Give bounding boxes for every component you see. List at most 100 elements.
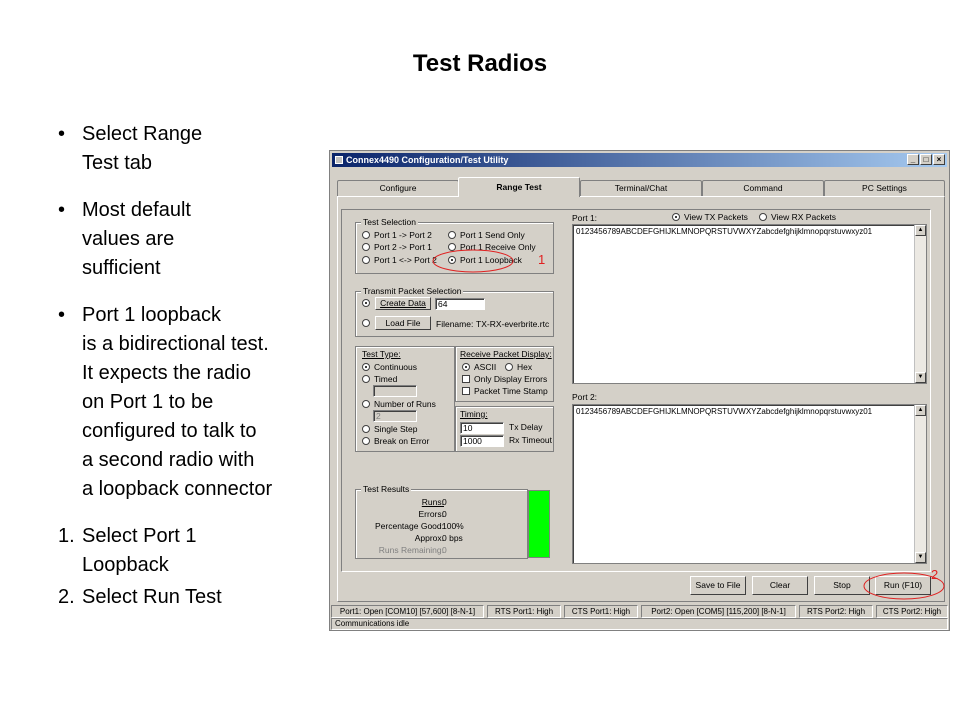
step-number: 1. [58, 525, 75, 547]
radio-timed[interactable]: Timed [362, 374, 397, 384]
status-cts-port2: CTS Port2: High [876, 605, 948, 618]
checkbox-only-errors[interactable]: Only Display Errors [462, 374, 547, 384]
timed-input[interactable] [373, 385, 417, 397]
scroll-down-icon[interactable]: ▼ [915, 552, 926, 563]
tab-command[interactable]: Command [702, 180, 824, 196]
radio-single-step[interactable]: Single Step [362, 424, 417, 434]
radio-hex[interactable]: Hex [505, 362, 532, 372]
radio-label: Continuous [374, 362, 418, 372]
filename-value: TX-RX-everbrite.rtc [476, 319, 550, 329]
result-approx-key: Approx. [414, 533, 444, 543]
bullet-item: • Most default values are sufficient [58, 196, 320, 283]
port1-content: 0123456789ABCDEFGHIJKLMNOPQRSTUVWXYZabcd… [576, 227, 873, 236]
minimize-icon[interactable]: _ [907, 154, 919, 165]
load-file-button[interactable]: Load File [375, 316, 431, 330]
result-runs-key: Runs: [360, 497, 444, 507]
radio-port1-loopback[interactable]: Port 1 Loopback [448, 255, 522, 265]
bullet-glyph: • [58, 199, 66, 221]
radio-ascii[interactable]: ASCII [462, 362, 496, 372]
port2-output[interactable]: 0123456789ABCDEFGHIJKLMNOPQRSTUVWXYZabcd… [572, 404, 927, 564]
bullet-item: • Select Range Test tab [58, 120, 320, 178]
checkbox-box [462, 375, 470, 383]
tab-terminal-chat[interactable]: Terminal/Chat [580, 180, 702, 196]
radio-circle [448, 256, 456, 264]
radio-label: Hex [517, 362, 533, 372]
scroll-down-icon[interactable]: ▼ [915, 372, 926, 383]
runs-input[interactable]: 2 [373, 410, 417, 422]
radio-view-rx[interactable]: View RX Packets [759, 212, 836, 222]
radio-circle [362, 243, 370, 251]
bullet-glyph: • [58, 123, 66, 145]
bullet-line: Most default [82, 199, 191, 221]
numbered-steps: 1. Select Port 1 Loopback 2. Select Run … [58, 522, 320, 612]
stop-button[interactable]: Stop [814, 576, 870, 595]
radio-label: Number of Runs [374, 399, 436, 409]
checkbox-timestamp[interactable]: Packet Time Stamp [462, 386, 548, 396]
status-rts-port1: RTS Port1: High [487, 605, 561, 618]
radio-label: Port 2 -> Port 1 [374, 242, 432, 252]
radio-label: View TX Packets [684, 212, 748, 222]
bullet-line: Test tab [82, 152, 153, 174]
radio-break-on-error[interactable]: Break on Error [362, 436, 429, 446]
app-icon [335, 156, 343, 164]
radio-label: Port 1 Loopback [460, 255, 522, 265]
radio-load-file[interactable] [362, 319, 374, 327]
scroll-up-icon[interactable]: ▲ [915, 405, 926, 416]
radio-circle [362, 256, 370, 264]
run-button[interactable]: Run (F10) [875, 576, 931, 595]
bullet-list: • Select Range Test tab • Most default v… [58, 120, 320, 615]
bullet-line: configured to talk to [82, 420, 257, 442]
radio-port1-send-only[interactable]: Port 1 Send Only [448, 230, 525, 240]
status-rts-port2: RTS Port2: High [799, 605, 873, 618]
step-item: 2. Select Run Test [58, 583, 320, 612]
radio-label: Port 1 Receive Only [460, 242, 536, 252]
radio-continuous[interactable]: Continuous [362, 362, 417, 372]
tx-delay-input[interactable]: 10 [460, 422, 504, 434]
maximize-icon[interactable]: □ [920, 154, 932, 165]
port1-scrollbar[interactable]: ▲ ▼ [914, 225, 926, 383]
radio-label: Timed [374, 374, 398, 384]
radio-circle [448, 243, 456, 251]
packet-size-input[interactable]: 64 [435, 298, 485, 310]
radio-circle [362, 437, 370, 445]
status-message: Communications idle [331, 618, 948, 630]
radio-port1-receive-only[interactable]: Port 1 Receive Only [448, 242, 536, 252]
port1-label: Port 1: [572, 213, 598, 223]
result-remaining-key: Runs Remaining: [378, 545, 444, 555]
radio-circle [448, 231, 456, 239]
radio-label: Break on Error [374, 436, 430, 446]
test-type-label: Test Type: [362, 349, 401, 359]
radio-view-tx[interactable]: View TX Packets [672, 212, 748, 222]
radio-label: Port 1 <-> Port 2 [374, 255, 437, 265]
tab-pc-settings[interactable]: PC Settings [824, 180, 945, 196]
step-line: Loopback [82, 554, 169, 576]
rx-timeout-input[interactable]: 1000 [460, 435, 504, 447]
radio-create-data[interactable] [362, 299, 374, 307]
status-port2: Port2: Open [COM5] [115,200] [8-N-1] [641, 605, 796, 618]
tab-configure[interactable]: Configure [337, 180, 459, 196]
radio-port1-both-port2[interactable]: Port 1 <-> Port 2 [362, 255, 437, 265]
create-data-button[interactable]: Create Data [375, 297, 431, 310]
step-line: Select Run Test [82, 586, 222, 608]
progress-bar [528, 490, 550, 558]
scroll-up-icon[interactable]: ▲ [915, 225, 926, 236]
radio-port1-to-port2[interactable]: Port 1 -> Port 2 [362, 230, 432, 240]
window-titlebar[interactable]: Connex4490 Configuration/Test Utility _ … [332, 153, 947, 167]
radio-port2-to-port1[interactable]: Port 2 -> Port 1 [362, 242, 432, 252]
clear-button[interactable]: Clear [752, 576, 808, 595]
tx-delay-label: Tx Delay [509, 422, 543, 432]
bullet-line: Select Range [82, 123, 203, 145]
close-icon[interactable]: × [933, 154, 945, 165]
timing-label: Timing: [460, 409, 488, 419]
result-errors-value: 0 [442, 509, 447, 519]
bullet-line: It expects the radio [82, 362, 251, 384]
radio-number-of-runs[interactable]: Number of Runs [362, 399, 436, 409]
result-percentage-key: Percentage Good: [375, 521, 444, 531]
bullet-line: a second radio with [82, 449, 255, 471]
bullet-line: Port 1 loopback [82, 304, 221, 326]
tab-range-test[interactable]: Range Test [458, 177, 580, 197]
save-to-file-button[interactable]: Save to File [690, 576, 746, 595]
port2-scrollbar[interactable]: ▲ ▼ [914, 405, 926, 563]
port1-output[interactable]: 0123456789ABCDEFGHIJKLMNOPQRSTUVWXYZabcd… [572, 224, 927, 384]
step-item: 1. Select Port 1 Loopback [58, 522, 320, 580]
